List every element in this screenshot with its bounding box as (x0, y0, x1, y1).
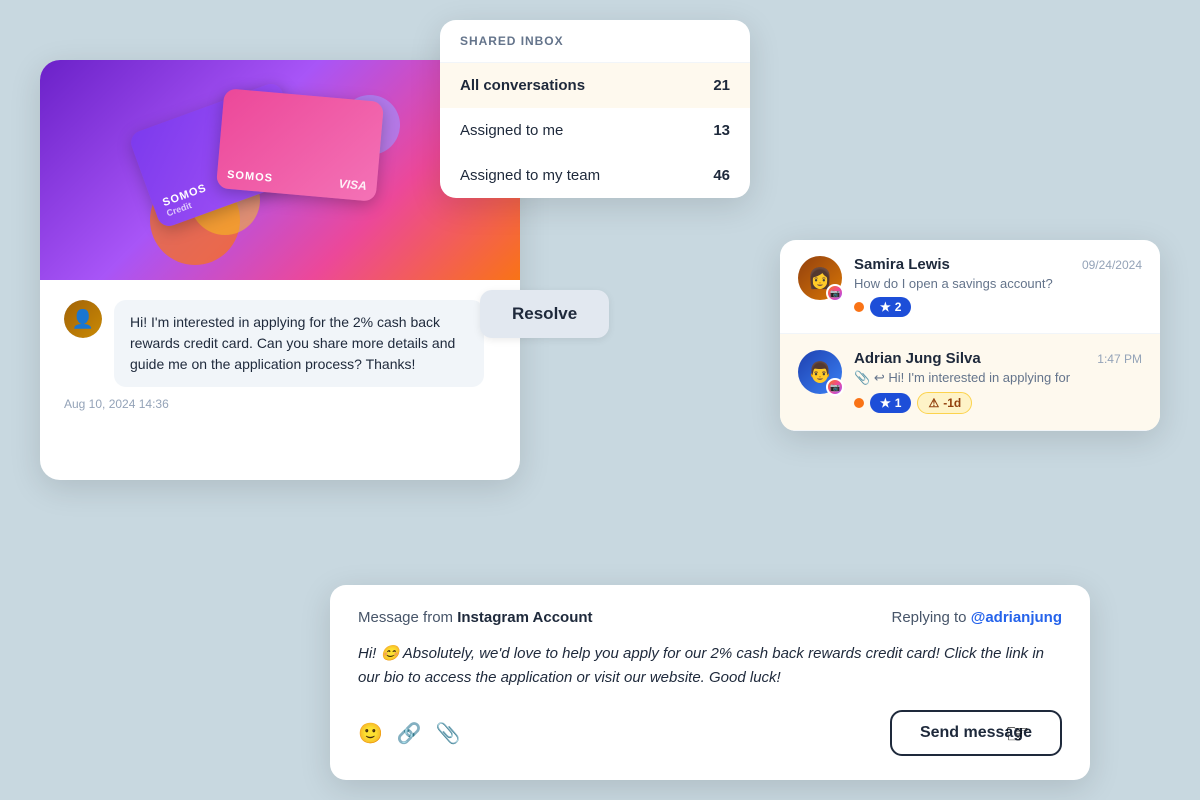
conv-top-adrian: Adrian Jung Silva 1:47 PM (854, 350, 1142, 367)
chat-body: 👤 Hi! I'm interested in applying for the… (40, 280, 520, 431)
conv-preview-text-adrian: Hi! I'm interested in applying for (888, 370, 1070, 385)
visa-label: VISA (338, 177, 367, 193)
compose-from-source: Instagram Account (457, 609, 592, 626)
compose-card: Message from Instagram Account Replying … (330, 585, 1090, 780)
chat-message-row: 👤 Hi! I'm interested in applying for the… (64, 300, 496, 387)
credit-card-2: SOMOS VISA (216, 88, 384, 202)
instagram-badge-adrian: 📷 (826, 378, 844, 396)
conv-preview-samira: How do I open a savings account? (854, 276, 1142, 291)
conv-preview-adrian: 📎 ↩ Hi! I'm interested in applying for (854, 370, 1142, 386)
compose-footer: 🙂 🔗 📎 Send message (358, 710, 1062, 756)
chat-timestamp: Aug 10, 2024 14:36 (64, 397, 496, 411)
star-tag-samira: ★ 2 (870, 297, 911, 317)
compose-header: Message from Instagram Account Replying … (358, 609, 1062, 626)
star-icon-samira: ★ (880, 300, 891, 314)
card-label-2: SOMOS (227, 169, 274, 185)
star-tag-adrian: ★ 1 (870, 393, 911, 413)
compose-from-label: Message (358, 609, 419, 626)
conv-tags-samira: ★ 2 (854, 297, 1142, 317)
reply-prefix: Replying to (891, 609, 966, 626)
conv-content-adrian: Adrian Jung Silva 1:47 PM 📎 ↩ Hi! I'm in… (854, 350, 1142, 414)
compose-text[interactable]: Hi! 😊 Absolutely, we'd love to help you … (358, 642, 1062, 690)
compose-reply-to: Replying to @adrianjung (891, 609, 1062, 626)
conversation-item-adrian[interactable]: 👨 📷 Adrian Jung Silva 1:47 PM 📎 ↩ Hi! I'… (780, 334, 1160, 431)
conv-time-samira: 09/24/2024 (1082, 258, 1142, 272)
inbox-all-count: 21 (713, 77, 730, 94)
avatar-adrian: 👨 📷 (798, 350, 842, 394)
attachment-icon: 📎 (854, 370, 870, 385)
conversation-item-samira[interactable]: 👩 📷 Samira Lewis 09/24/2024 How do I ope… (780, 240, 1160, 334)
conv-content-samira: Samira Lewis 09/24/2024 How do I open a … (854, 256, 1142, 317)
attachment-button[interactable]: 📎 (436, 721, 461, 746)
chat-message-text: Hi! I'm interested in applying for the 2… (130, 312, 468, 375)
compose-from-word: from (423, 609, 457, 626)
dot-samira (854, 302, 864, 312)
conv-top-samira: Samira Lewis 09/24/2024 (854, 256, 1142, 273)
user-avatar: 👤 (64, 300, 102, 338)
chat-bubble: Hi! I'm interested in applying for the 2… (114, 300, 484, 387)
star-count-samira: 2 (895, 300, 902, 314)
emoji-button[interactable]: 🙂 (358, 721, 383, 746)
star-icon-adrian: ★ (880, 396, 891, 410)
conv-name-adrian: Adrian Jung Silva (854, 350, 981, 367)
conversation-list-card: 👩 📷 Samira Lewis 09/24/2024 How do I ope… (780, 240, 1160, 431)
inbox-assigned-to-me[interactable]: Assigned to me 13 (440, 108, 750, 153)
shared-inbox-dropdown: SHARED INBOX All conversations 21 Assign… (440, 20, 750, 198)
compose-toolbar: 🙂 🔗 📎 (358, 721, 461, 746)
link-button[interactable]: 🔗 (397, 721, 422, 746)
overdue-tag-adrian: ⚠ -1d (917, 392, 972, 414)
avatar-face: 👤 (64, 300, 102, 338)
warning-icon-adrian: ⚠ (928, 396, 939, 410)
inbox-team-count: 46 (713, 167, 730, 184)
star-count-adrian: 1 (895, 396, 902, 410)
inbox-me-count: 13 (713, 122, 730, 139)
resolve-button[interactable]: Resolve (480, 290, 609, 338)
inbox-all-conversations[interactable]: All conversations 21 (440, 63, 750, 108)
conv-time-adrian: 1:47 PM (1097, 352, 1142, 366)
card-visual: SOMOS Credit SOMOS VISA (140, 85, 420, 255)
instagram-badge-samira: 📷 (826, 284, 844, 302)
send-message-button[interactable]: Send message (890, 710, 1062, 756)
shared-inbox-title: SHARED INBOX (440, 20, 750, 63)
avatar-samira: 👩 📷 (798, 256, 842, 300)
overdue-label-adrian: -1d (943, 396, 961, 410)
inbox-assigned-to-team[interactable]: Assigned to my team 46 (440, 153, 750, 198)
inbox-me-label: Assigned to me (460, 122, 563, 139)
inbox-team-label: Assigned to my team (460, 167, 600, 184)
conv-tags-adrian: ★ 1 ⚠ -1d (854, 392, 1142, 414)
reply-icon: ↩ (874, 370, 885, 385)
dot-adrian (854, 398, 864, 408)
conv-name-samira: Samira Lewis (854, 256, 950, 273)
reply-to-user: @adrianjung (971, 609, 1062, 626)
inbox-all-label: All conversations (460, 77, 585, 94)
